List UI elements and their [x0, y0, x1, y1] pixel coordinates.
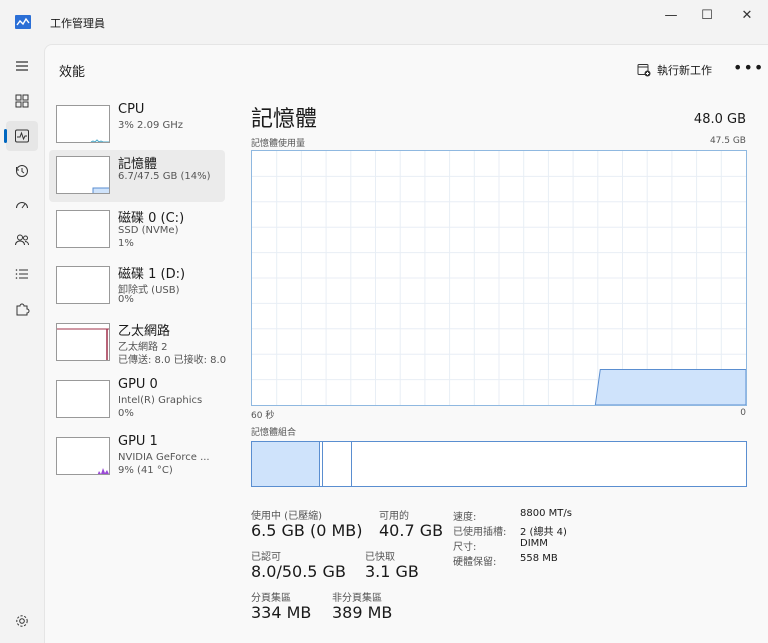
cached-value: 3.1 GB — [365, 562, 419, 581]
performance-icon — [15, 129, 29, 143]
memory-usage-label: 記憶體使用量 — [251, 139, 306, 149]
memory-usage-graph — [251, 150, 747, 406]
in-use-label: 使用中 (已壓縮) — [251, 511, 322, 522]
resource-usage: 0% — [118, 294, 134, 305]
ethernet-thumbnail — [56, 323, 110, 361]
resource-usage: 1% — [118, 238, 134, 249]
resource-detail: 6.7/47.5 GB (14%) — [118, 171, 211, 182]
window-title: 工作管理員 — [50, 17, 105, 30]
slots-used-label: 已使用插槽: — [453, 527, 507, 538]
memory-title: 記憶體 — [251, 107, 318, 132]
run-new-task-button[interactable]: 執行新工作 — [637, 59, 712, 81]
graph-axis-right: 0 — [740, 408, 746, 418]
title-bar: 工作管理員 — ☐ ✕ — [0, 0, 768, 44]
nonpaged-pool-value: 389 MB — [332, 603, 393, 622]
disk-1-thumbnail — [56, 266, 110, 304]
task-manager-icon — [15, 15, 31, 29]
resource-name: 記憶體 — [118, 157, 158, 172]
paged-pool-value: 334 MB — [251, 603, 312, 622]
menu-button[interactable] — [6, 51, 38, 81]
grid-icon — [15, 94, 29, 108]
menu-icon — [16, 61, 28, 71]
nav-details[interactable] — [6, 259, 38, 289]
resource-name: 乙太網路 — [118, 324, 171, 339]
speed-value: 8800 MT/s — [520, 508, 572, 519]
more-options-button[interactable]: ••• — [733, 57, 763, 81]
resource-item-gpu-0[interactable]: GPU 0 Intel(R) Graphics 0% — [49, 374, 225, 426]
page-title: 效能 — [59, 65, 86, 80]
disk-0-thumbnail — [56, 210, 110, 248]
memory-usage-area — [594, 368, 746, 405]
nav-users[interactable] — [6, 225, 38, 255]
resource-detail: NVIDIA GeForce ... — [118, 452, 210, 463]
memory-usage-max: 47.5 GB — [709, 136, 746, 146]
resource-item-disk-1[interactable]: 磁碟 1 (D:) 卸除式 (USB) 0% — [49, 260, 225, 312]
memory-composition-label: 記憶體組合 — [251, 428, 297, 438]
cpu-thumbnail — [56, 105, 110, 143]
form-factor-label: 尺寸: — [453, 542, 477, 553]
puzzle-icon — [16, 303, 30, 316]
resource-name: 磁碟 0 (C:) — [118, 211, 185, 226]
nav-performance[interactable] — [4, 121, 38, 151]
resource-name: CPU — [118, 102, 145, 117]
performance-page: 效能 執行新工作 ••• CPU 3% 2.09 GHz 記憶體 6.7/47.… — [44, 44, 768, 643]
run-new-task-label: 執行新工作 — [657, 64, 712, 77]
composition-modified — [322, 442, 352, 486]
gpu-0-thumbnail — [56, 380, 110, 418]
hardware-reserved-value: 558 MB — [520, 553, 558, 564]
hardware-reserved-label: 硬體保留: — [453, 557, 497, 568]
memory-thumbnail — [56, 156, 110, 194]
resource-throughput: 已傳送: 8.0 已接收: 8.0 — [118, 355, 227, 366]
list-icon — [15, 269, 28, 279]
resource-usage: 9% (41 °C) — [118, 465, 173, 476]
nav-app-history[interactable] — [6, 156, 38, 186]
cached-label: 已快取 — [365, 552, 395, 563]
committed-label: 已認可 — [251, 552, 281, 563]
resource-item-ethernet[interactable]: 乙太網路 乙太網路 2 已傳送: 8.0 已接收: 8.0 — [49, 317, 231, 369]
gauge-icon — [16, 202, 28, 209]
gpu-1-thumbnail — [56, 437, 110, 475]
resource-detail: SSD (NVMe) — [118, 225, 179, 236]
resource-detail: Intel(R) Graphics — [118, 395, 203, 406]
form-factor-value: DIMM — [520, 538, 548, 549]
resource-name: GPU 1 — [118, 434, 158, 449]
close-button[interactable]: ✕ — [724, 0, 768, 30]
gear-icon — [16, 615, 28, 627]
composition-in-use — [252, 442, 320, 486]
nonpaged-pool-label: 非分頁集區 — [332, 593, 382, 604]
available-value: 40.7 GB — [379, 521, 444, 540]
resource-item-disk-0[interactable]: 磁碟 0 (C:) SSD (NVMe) 1% — [49, 204, 225, 256]
resource-item-memory[interactable]: 記憶體 6.7/47.5 GB (14%) — [49, 150, 225, 202]
new-task-icon — [637, 64, 651, 77]
available-label: 可用的 — [379, 511, 409, 522]
history-icon — [16, 165, 28, 177]
memory-composition-bar — [251, 441, 747, 487]
resource-item-gpu-1[interactable]: GPU 1 NVIDIA GeForce ... 9% (41 °C) — [49, 431, 225, 483]
graph-axis-left: 60 秒 — [251, 411, 275, 421]
slots-used-value: 2 (總共 4) — [520, 527, 567, 538]
memory-total: 48.0 GB — [693, 112, 746, 127]
nav-startup-apps[interactable] — [6, 190, 38, 220]
nav-processes[interactable] — [6, 86, 38, 116]
speed-label: 速度: — [453, 512, 477, 523]
users-icon — [15, 234, 29, 246]
resource-item-cpu[interactable]: CPU 3% 2.09 GHz — [49, 99, 225, 151]
nav-services[interactable] — [6, 294, 38, 324]
resource-usage: 0% — [118, 408, 134, 419]
committed-value: 8.0/50.5 GB — [251, 562, 346, 581]
resource-name: GPU 0 — [118, 377, 158, 392]
in-use-value: 6.5 GB (0 MB) — [251, 521, 363, 540]
resource-name: 磁碟 1 (D:) — [118, 267, 186, 282]
paged-pool-label: 分頁集區 — [251, 593, 291, 604]
nav-settings[interactable] — [6, 606, 38, 636]
resource-detail: 3% 2.09 GHz — [118, 120, 184, 131]
